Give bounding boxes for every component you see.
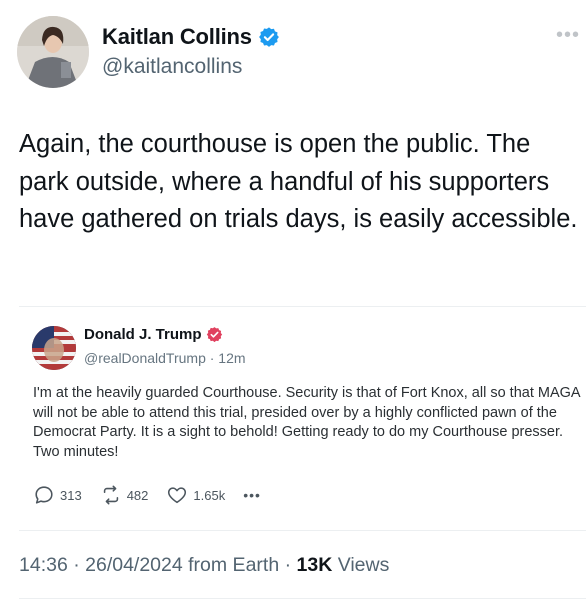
divider xyxy=(19,598,586,599)
author-name[interactable]: Kaitlan Collins xyxy=(102,24,252,50)
retruth-button[interactable]: 482 xyxy=(100,484,149,506)
quoted-text: I'm at the heavily guarded Courthouse. S… xyxy=(33,385,580,460)
timestamp[interactable]: 14:36 · 26/04/2024 from Earth · xyxy=(19,554,297,576)
author-name-row[interactable]: Kaitlan Collins xyxy=(102,24,280,50)
quoted-name-row[interactable]: Donald J. Trump xyxy=(84,326,223,343)
tweet-card: Kaitlan Collins @kaitlancollins ••• Agai… xyxy=(0,0,586,600)
tweet-text: Again, the courthouse is open the public… xyxy=(19,130,578,233)
quoted-avatar[interactable] xyxy=(32,326,76,370)
like-count: 1.65k xyxy=(193,487,226,503)
retruth-count: 482 xyxy=(126,487,149,503)
like-button[interactable]: 1.65k xyxy=(166,484,225,506)
quoted-action-bar: 313 482 1.65k ••• xyxy=(33,484,279,506)
views-label: Views xyxy=(332,554,390,576)
author-handle[interactable]: @kaitlancollins xyxy=(102,55,242,79)
views-count: 13K xyxy=(296,554,333,576)
divider xyxy=(19,530,586,531)
truth-verified-badge-icon xyxy=(206,326,223,343)
more-icon[interactable]: ••• xyxy=(556,25,580,45)
reply-icon xyxy=(35,486,53,504)
quoted-handle[interactable]: @realDonaldTrump · 12m xyxy=(84,350,246,366)
avatar[interactable] xyxy=(17,16,89,88)
quoted-name[interactable]: Donald J. Trump xyxy=(84,326,202,343)
more-dots-icon: ••• xyxy=(243,487,261,503)
verified-badge-icon xyxy=(258,26,280,48)
reply-count: 313 xyxy=(60,487,82,503)
quoted-more-button[interactable]: ••• xyxy=(243,487,261,503)
divider xyxy=(19,306,586,307)
like-icon xyxy=(168,487,187,504)
retruth-icon xyxy=(103,485,118,505)
reply-button[interactable]: 313 xyxy=(33,484,82,506)
tweet-meta: 14:36 · 26/04/2024 from Earth · 13K View… xyxy=(19,554,389,577)
